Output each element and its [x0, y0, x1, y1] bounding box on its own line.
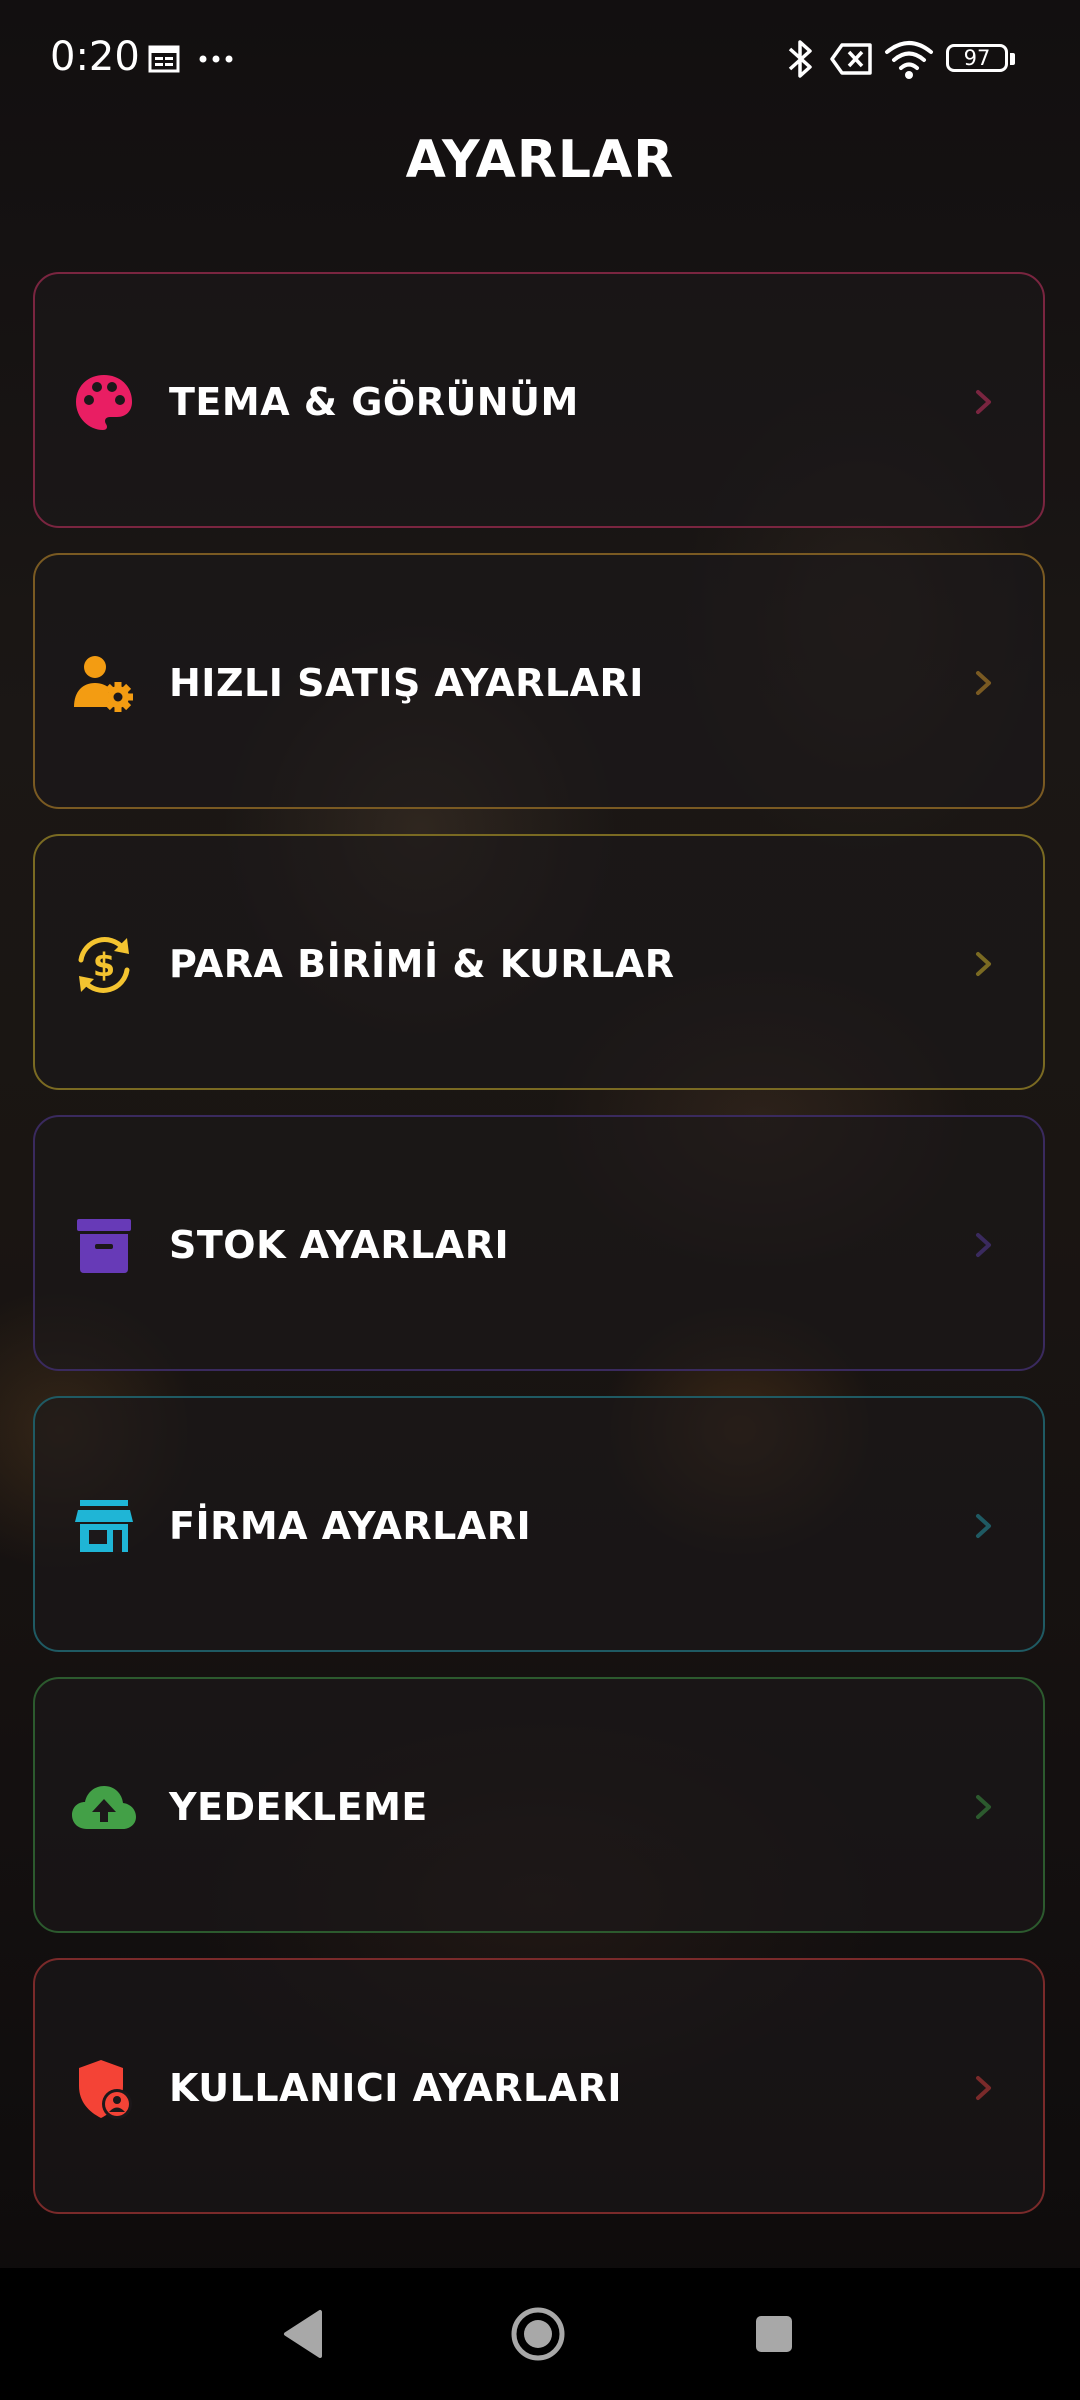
- chevron-right-icon: [976, 671, 991, 695]
- storefront-icon: [75, 1500, 133, 1552]
- navigation-bar: [0, 2268, 1080, 2400]
- page-title: AYARLAR: [405, 130, 675, 190]
- settings-screen: 0:20 97 AYARLAR TEMA & GÖRÜNÜM HIZLI SAT…: [0, 0, 1080, 2400]
- chevron-right-icon: [976, 390, 991, 414]
- archive-box-icon: [77, 1219, 131, 1273]
- shield-user-icon: [79, 2060, 132, 2119]
- menu-item-label: STOK AYARLARI: [169, 1223, 510, 1267]
- menu-item-currency[interactable]: $ PARA BİRİMİ & KURLAR: [33, 834, 1045, 1090]
- menu-item-label: YEDEKLEME: [169, 1785, 428, 1829]
- chevron-right-icon: [976, 1795, 991, 1819]
- menu-item-label: KULLANICI AYARLARI: [169, 2066, 623, 2110]
- bluetooth-icon: [788, 40, 812, 78]
- menu-item-backup[interactable]: YEDEKLEME: [33, 1677, 1045, 1933]
- status-bar: 0:20 97: [0, 0, 1080, 120]
- menu-item-users[interactable]: KULLANICI AYARLARI: [33, 1958, 1045, 2214]
- wifi-icon: [885, 41, 933, 79]
- menu-item-quick-sale[interactable]: HIZLI SATIŞ AYARLARI: [33, 553, 1045, 809]
- more-dots-icon: [199, 55, 233, 63]
- svg-text:$: $: [93, 946, 115, 984]
- currency-exchange-icon: $: [78, 937, 130, 993]
- palette-icon: [76, 375, 132, 430]
- user-gear-icon: [74, 656, 133, 712]
- menu-item-label: PARA BİRİMİ & KURLAR: [169, 942, 675, 986]
- menu-item-theme[interactable]: TEMA & GÖRÜNÜM: [33, 272, 1045, 528]
- menu-item-label: HIZLI SATIŞ AYARLARI: [169, 661, 644, 705]
- status-time: 0:20: [50, 34, 140, 80]
- menu-item-company[interactable]: FİRMA AYARLARI: [33, 1396, 1045, 1652]
- battery-level: 97: [963, 46, 991, 70]
- chevron-right-icon: [976, 1514, 991, 1538]
- home-icon[interactable]: [510, 2306, 566, 2362]
- calendar-icon: [148, 45, 180, 73]
- menu-item-stock[interactable]: STOK AYARLARI: [33, 1115, 1045, 1371]
- sim-none-icon: [830, 43, 872, 75]
- battery-icon: 97: [946, 44, 1018, 76]
- recents-icon[interactable]: [754, 2314, 794, 2354]
- chevron-right-icon: [976, 1233, 991, 1257]
- back-icon[interactable]: [282, 2308, 322, 2360]
- cloud-upload-icon: [72, 1786, 136, 1829]
- menu-item-label: FİRMA AYARLARI: [169, 1504, 532, 1548]
- chevron-right-icon: [976, 2076, 991, 2100]
- chevron-right-icon: [976, 952, 991, 976]
- menu-item-label: TEMA & GÖRÜNÜM: [169, 380, 579, 424]
